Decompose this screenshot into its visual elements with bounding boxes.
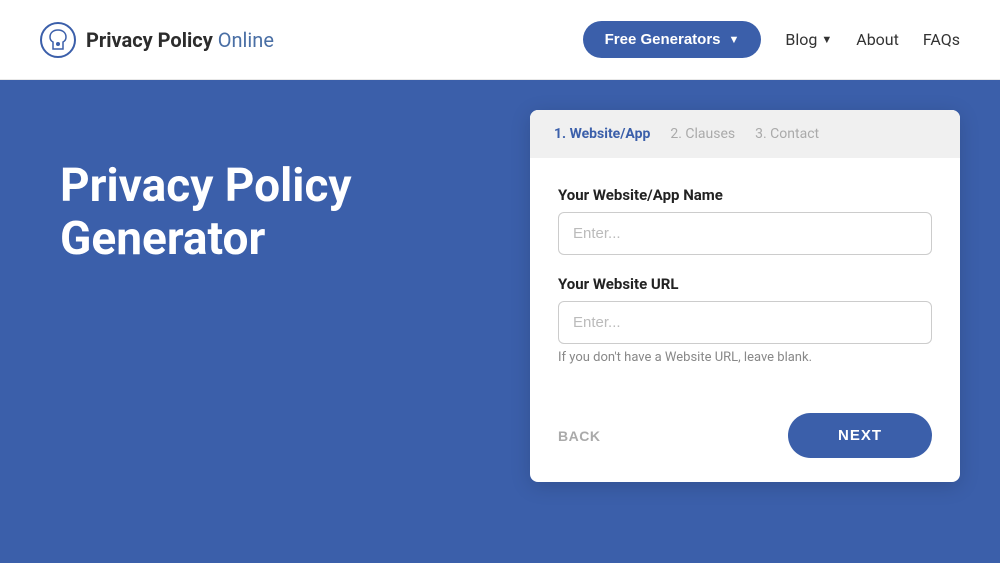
website-name-input[interactable]: [558, 212, 932, 255]
form-body: Your Website/App Name Your Website URL I…: [530, 158, 960, 413]
url-hint: If you don't have a Website URL, leave b…: [558, 350, 932, 365]
logo: Privacy Policy Online: [40, 22, 274, 58]
chevron-down-icon: ▼: [729, 34, 740, 46]
hero-title: Privacy Policy Generator: [60, 160, 352, 266]
url-field-label: Your Website URL: [558, 275, 932, 293]
logo-text: Privacy Policy Online: [86, 28, 274, 52]
main-content: Privacy Policy Generator 1. Website/App …: [0, 80, 1000, 563]
step-2[interactable]: 2. Clauses: [670, 126, 735, 142]
chevron-down-icon: ▼: [821, 33, 832, 46]
step-1[interactable]: 1. Website/App: [554, 126, 650, 142]
website-url-input[interactable]: [558, 301, 932, 344]
hero-panel: Privacy Policy Generator: [0, 80, 500, 563]
form-panel: 1. Website/App 2. Clauses 3. Contact You…: [500, 80, 1000, 563]
about-link[interactable]: About: [856, 30, 899, 49]
nav: Free Generators ▼ Blog ▼ About FAQs: [583, 21, 960, 58]
free-generators-button[interactable]: Free Generators ▼: [583, 21, 762, 58]
step-3[interactable]: 3. Contact: [755, 126, 819, 142]
steps-bar: 1. Website/App 2. Clauses 3. Contact: [530, 110, 960, 158]
next-button[interactable]: NEXT: [788, 413, 932, 458]
form-card: 1. Website/App 2. Clauses 3. Contact You…: [530, 110, 960, 482]
logo-icon: [40, 22, 76, 58]
header: Privacy Policy Online Free Generators ▼ …: [0, 0, 1000, 80]
faqs-link[interactable]: FAQs: [923, 30, 960, 49]
name-field-label: Your Website/App Name: [558, 186, 932, 204]
blog-link[interactable]: Blog ▼: [785, 30, 832, 49]
back-button[interactable]: BACK: [558, 428, 600, 444]
form-actions: BACK NEXT: [530, 413, 960, 482]
